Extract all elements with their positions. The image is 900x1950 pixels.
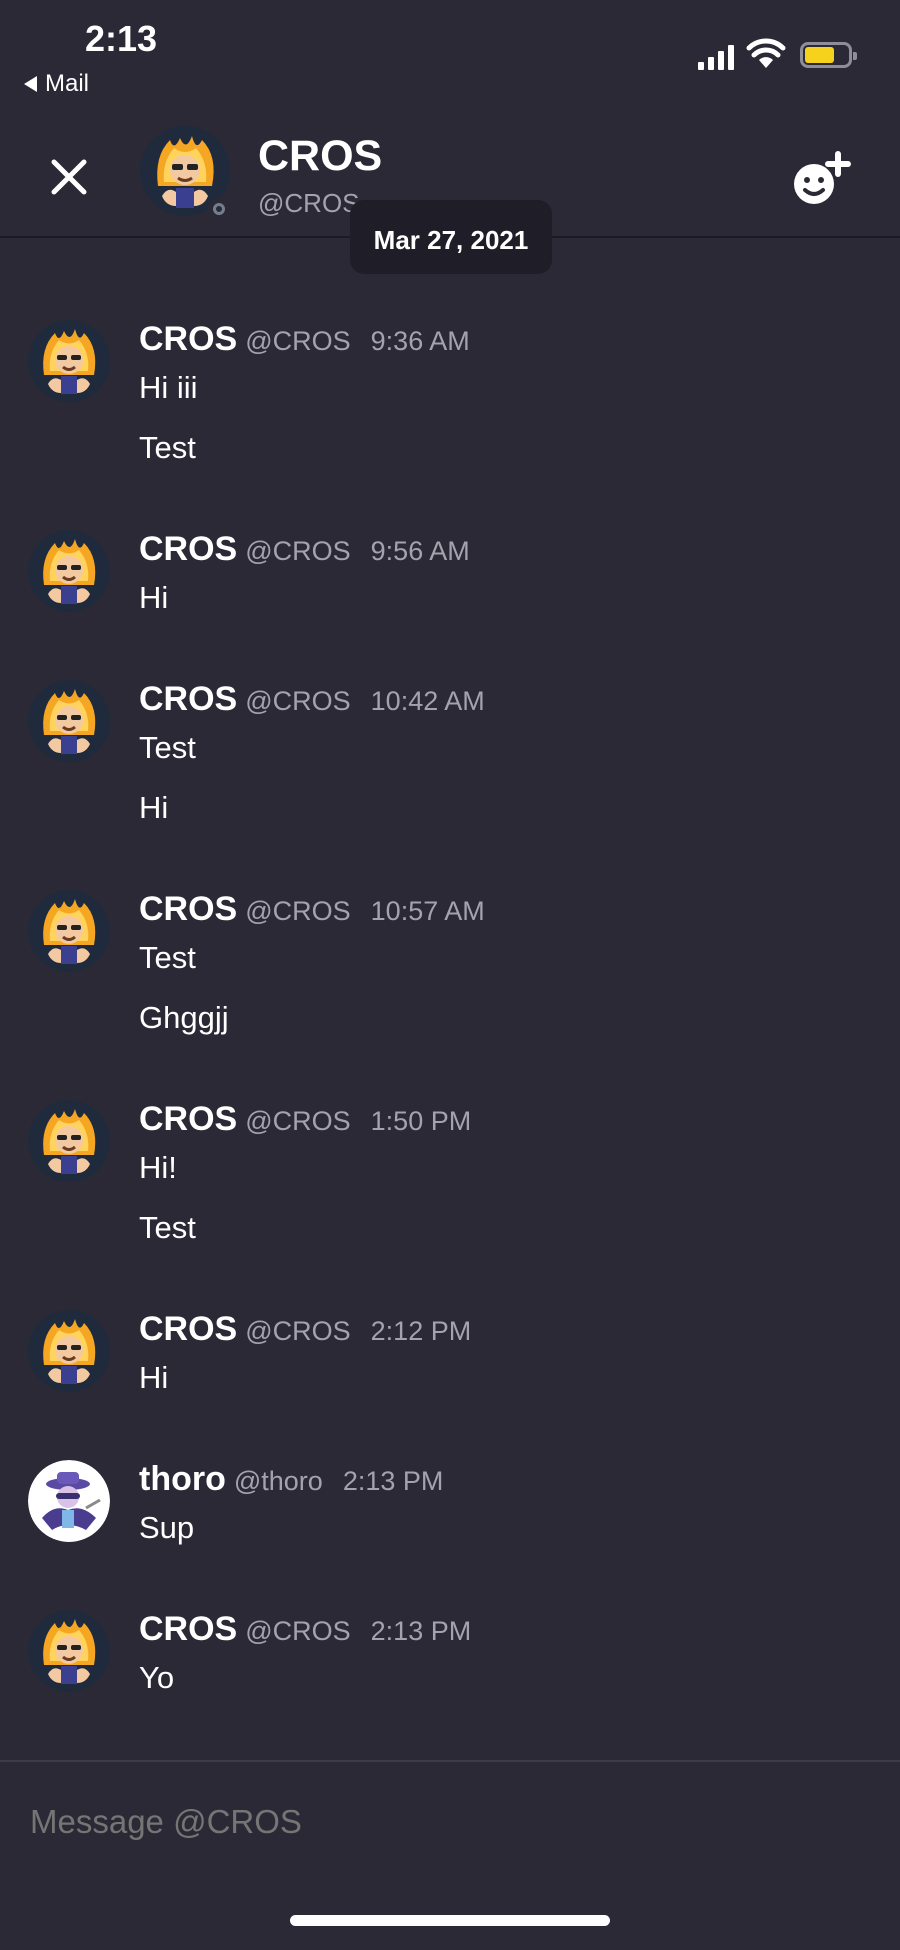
- message-text[interactable]: Test: [139, 730, 196, 766]
- avatar[interactable]: [28, 1310, 110, 1392]
- message-text[interactable]: Hi!: [139, 1150, 177, 1186]
- message-timestamp: 2:13 PM: [342, 1466, 444, 1496]
- message-handle: @CROS: [245, 1316, 351, 1346]
- message-author[interactable]: CROS: [139, 890, 237, 929]
- message-handle: @CROS: [245, 686, 351, 716]
- message-timestamp: 1:50 PM: [370, 1106, 472, 1136]
- cellular-signal-icon: [698, 44, 734, 70]
- message-timestamp: 10:42 AM: [370, 686, 485, 716]
- message-timestamp: 2:13 PM: [370, 1616, 472, 1646]
- message-author[interactable]: CROS: [139, 1100, 237, 1139]
- message-text[interactable]: Hi iii: [139, 370, 198, 406]
- header-username: CROS: [258, 132, 383, 180]
- back-triangle-icon: [24, 76, 37, 92]
- presence-offline-icon: [208, 198, 230, 220]
- message-text[interactable]: Hi: [139, 790, 168, 826]
- message-header: thoro @thoro 2:13 PM: [139, 1460, 443, 1499]
- message-header: CROS @CROS 10:57 AM: [139, 890, 485, 929]
- avatar[interactable]: [28, 890, 110, 972]
- message-author[interactable]: CROS: [139, 1610, 237, 1649]
- back-to-app-button[interactable]: Mail: [24, 70, 89, 98]
- message-timestamp: 2:12 PM: [370, 1316, 472, 1346]
- avatar[interactable]: [28, 1610, 110, 1692]
- message-text[interactable]: Ghggjj: [139, 1000, 229, 1036]
- message-author[interactable]: CROS: [139, 1310, 237, 1349]
- avatar[interactable]: [28, 680, 110, 762]
- message-handle: @thoro: [233, 1466, 323, 1496]
- message-handle: @CROS: [245, 536, 351, 566]
- message-text[interactable]: Yo: [139, 1660, 174, 1696]
- battery-icon: [800, 42, 857, 68]
- message-author[interactable]: CROS: [139, 680, 237, 719]
- message-header: CROS @CROS 9:36 AM: [139, 320, 470, 359]
- message-timestamp: 9:56 AM: [370, 536, 470, 566]
- message-header: CROS @CROS 10:42 AM: [139, 680, 485, 719]
- message-author[interactable]: CROS: [139, 320, 237, 359]
- back-app-label: Mail: [45, 70, 90, 97]
- status-time: 2:13: [85, 18, 158, 59]
- message-timestamp: 9:36 AM: [370, 326, 470, 356]
- message-handle: @CROS: [245, 1616, 351, 1646]
- close-icon[interactable]: [44, 152, 94, 202]
- message-timestamp: 10:57 AM: [370, 896, 485, 926]
- header-handle: @CROS: [258, 188, 360, 218]
- message-text[interactable]: Sup: [139, 1510, 194, 1546]
- message-text[interactable]: Test: [139, 1210, 196, 1246]
- message-text[interactable]: Hi: [139, 1360, 168, 1396]
- wifi-icon: [746, 38, 786, 68]
- message-text[interactable]: Test: [139, 940, 196, 976]
- message-author[interactable]: thoro: [139, 1460, 226, 1499]
- home-indicator[interactable]: [290, 1915, 610, 1926]
- message-header: CROS @CROS 9:56 AM: [139, 530, 470, 569]
- message-author[interactable]: CROS: [139, 530, 237, 569]
- message-handle: @CROS: [245, 1106, 351, 1136]
- message-header: CROS @CROS 1:50 PM: [139, 1100, 471, 1139]
- message-header: CROS @CROS 2:12 PM: [139, 1310, 471, 1349]
- avatar[interactable]: [28, 1460, 110, 1542]
- add-friend-icon[interactable]: [784, 146, 854, 216]
- avatar[interactable]: [28, 530, 110, 612]
- message-input[interactable]: [28, 1802, 872, 1842]
- avatar[interactable]: [28, 320, 110, 402]
- status-bar: 2:13 Mail: [0, 0, 900, 110]
- date-divider: Mar 27, 2021: [350, 200, 552, 274]
- message-header: CROS @CROS 2:13 PM: [139, 1610, 471, 1649]
- avatar[interactable]: [28, 1100, 110, 1182]
- message-text[interactable]: Hi: [139, 580, 168, 616]
- message-handle: @CROS: [245, 896, 351, 926]
- message-text[interactable]: Test: [139, 430, 196, 466]
- message-handle: @CROS: [245, 326, 351, 356]
